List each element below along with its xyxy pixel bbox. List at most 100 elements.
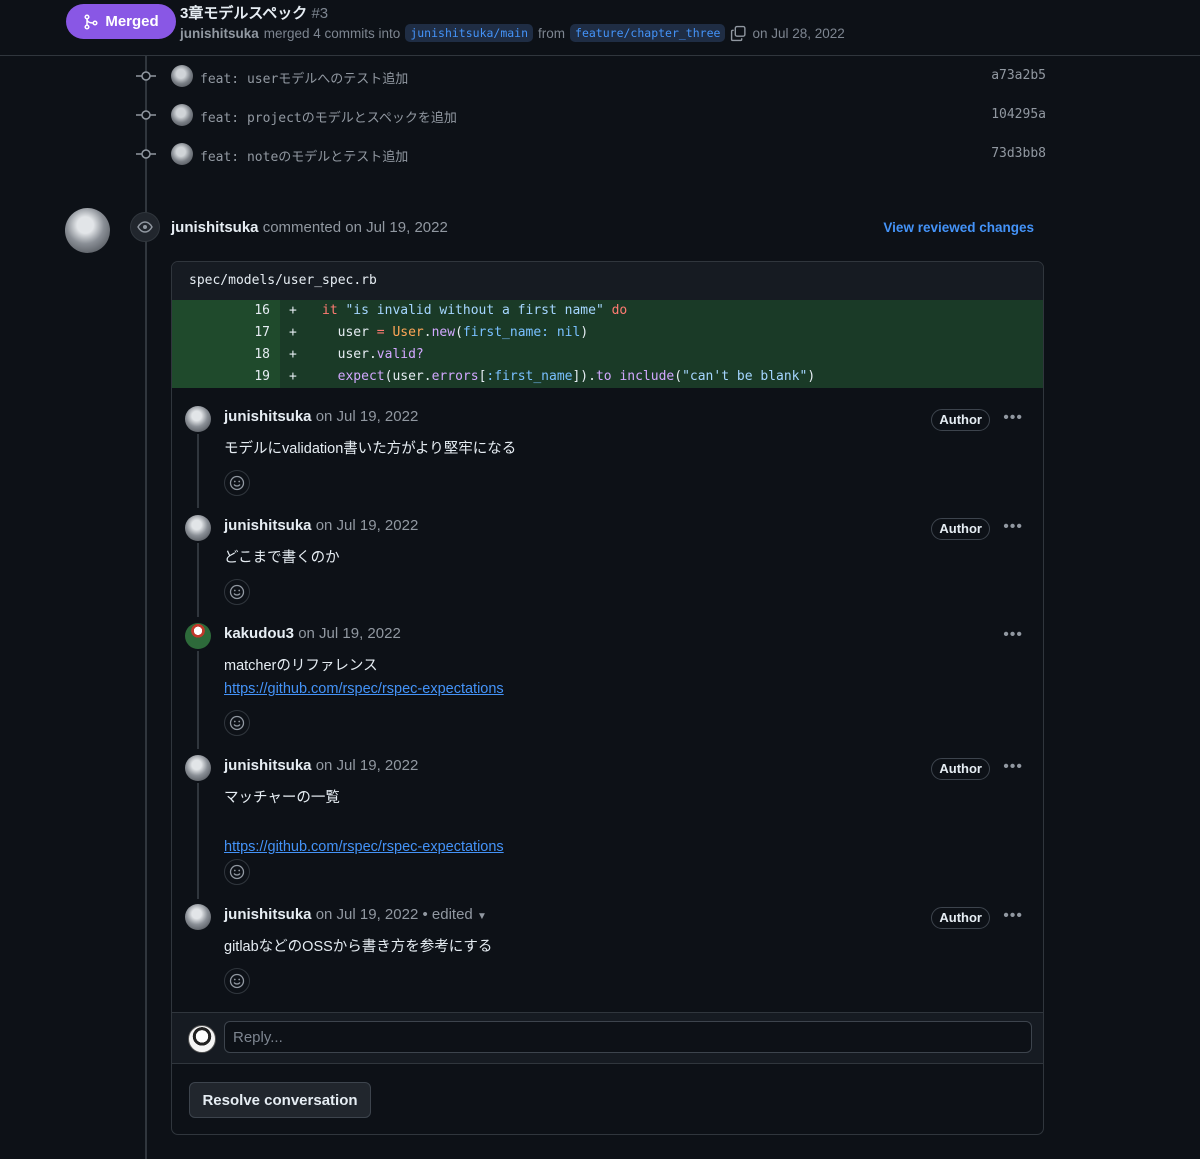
commit-row: feat: projectのモデルとスペックを追加 104295a [136,104,1046,126]
diff-sign: + [289,325,297,340]
comment-text: マッチャーの一覧 [224,790,340,806]
pr-title-text: 3章モデルスペック [180,5,308,22]
author-badge: Author [931,758,990,780]
current-user-avatar [188,1025,216,1053]
comment-date[interactable]: on Jul 19, 2022 [298,625,401,642]
diff-line: 17 + user = User.new(first_name: nil) [172,322,1043,344]
commit-author-avatar[interactable] [171,143,193,165]
thread-line [197,434,199,508]
thread-line [197,783,199,899]
add-reaction-smiley-icon[interactable] [224,579,250,605]
comment-author[interactable]: junishitsuka [224,757,312,774]
commit-row: feat: userモデルへのテスト追加 a73a2b5 [136,65,1046,87]
pr-meta: junishitsuka merged 4 commits into junis… [180,24,845,42]
add-reaction-smiley-icon[interactable] [224,859,250,885]
file-path[interactable]: spec/models/user_spec.rb [189,273,377,288]
commit-sha[interactable]: 104295a [991,107,1046,122]
comment-body: マッチャーの一覧 https://github.com/rspec/rspec-… [224,787,504,859]
diff-code: user.valid? [322,347,424,362]
thread-line [197,543,199,617]
commenter-avatar[interactable] [185,904,211,930]
kebab-menu-icon[interactable]: ••• [1003,907,1023,925]
line-number: 17 [254,325,270,340]
author-badge: Author [931,409,990,431]
add-reaction-smiley-icon[interactable] [224,968,250,994]
author-badge: Author [931,907,990,929]
comment-author[interactable]: kakudou3 [224,625,294,642]
add-reaction-smiley-icon[interactable] [224,710,250,736]
commit-sha[interactable]: 73d3bb8 [991,146,1046,161]
comment-text: gitlabなどのOSSから書き方を参考にする [224,939,493,955]
resolve-conversation-button[interactable]: Resolve conversation [189,1082,371,1118]
eye-icon [130,212,160,242]
pr-title: 3章モデルスペック #3 [180,2,328,23]
pr-sticky-header: Merged 3章モデルスペック #3 junishitsuka merged … [0,0,1200,56]
head-branch[interactable]: feature/chapter_three [570,24,726,42]
review-conversation: spec/models/user_spec.rb 16 + it "is inv… [171,261,1044,1135]
commit-message[interactable]: feat: projectのモデルとスペックを追加 [200,107,457,126]
file-header: spec/models/user_spec.rb [172,262,1043,301]
comment-link[interactable]: https://github.com/rspec/rspec-expectati… [224,681,504,697]
add-reaction-smiley-icon[interactable] [224,470,250,496]
comment-text: matcherのリファレンス [224,658,378,674]
from-text: from [538,25,566,41]
diff-sign: + [289,369,297,384]
comment-body: モデルにvalidation書いた方がより堅牢になる [224,438,516,461]
merged-text: merged 4 commits into [263,25,401,41]
diff-line: 19 + expect(user.errors[:first_name]).to… [172,366,1043,388]
commenter-avatar[interactable] [185,755,211,781]
view-reviewed-changes-link[interactable]: View reviewed changes [883,220,1034,235]
edited-dropdown[interactable]: • edited ▼ [422,906,486,923]
copy-icon[interactable] [730,25,747,42]
comment-author[interactable]: junishitsuka [224,906,312,923]
review-author[interactable]: junishitsuka [171,219,259,236]
kebab-menu-icon[interactable]: ••• [1003,409,1023,427]
reply-input[interactable] [224,1021,1032,1053]
thread-line [197,651,199,749]
commit-sha[interactable]: a73a2b5 [991,68,1046,83]
pr-author-link[interactable]: junishitsuka [180,26,259,41]
line-number: 16 [254,303,270,318]
commenter-avatar[interactable] [185,406,211,432]
comment-link[interactable]: https://github.com/rspec/rspec-expectati… [224,839,504,855]
author-badge: Author [931,518,990,540]
diff-code: it "is invalid without a first name" do [322,303,628,318]
comment-body: gitlabなどのOSSから書き方を参考にする [224,936,492,959]
comment-author[interactable]: junishitsuka [224,517,312,534]
git-merge-icon [84,13,98,30]
diff-sign: + [289,347,297,362]
kebab-menu-icon[interactable]: ••• [1003,758,1023,776]
commit-author-avatar[interactable] [171,104,193,126]
merge-date: on Jul 28, 2022 [752,25,845,41]
base-branch[interactable]: junishitsuka/main [405,24,534,42]
kebab-menu-icon[interactable]: ••• [1003,518,1023,536]
diff-line: 18 + user.valid? [172,344,1043,366]
reviewer-avatar[interactable] [65,208,110,253]
diff-sign: + [289,303,297,318]
kebab-menu-icon[interactable]: ••• [1003,626,1023,644]
comment-date[interactable]: on Jul 19, 2022 [316,757,419,774]
git-commit-icon [136,149,156,159]
commit-message[interactable]: feat: noteのモデルとテスト追加 [200,146,408,165]
comment-body: どこまで書くのか [224,547,340,570]
commit-message[interactable]: feat: userモデルへのテスト追加 [200,68,408,87]
git-commit-icon [136,110,156,120]
comment-date[interactable]: on Jul 19, 2022 [316,517,419,534]
comment-text: モデルにvalidation書いた方がより堅牢になる [224,441,517,457]
commenter-avatar[interactable] [185,515,211,541]
merged-label: Merged [105,13,159,30]
git-commit-icon [136,71,156,81]
diff-code: user = User.new(first_name: nil) [322,325,589,340]
diff-code: expect(user.errors[:first_name]).to incl… [337,369,816,384]
merged-status-badge: Merged [66,4,176,39]
comment-text: どこまで書くのか [224,550,340,566]
commit-author-avatar[interactable] [171,65,193,87]
review-summary: junishitsuka commented on Jul 19, 2022 [171,219,448,236]
commit-row: feat: noteのモデルとテスト追加 73d3bb8 [136,143,1046,165]
commenter-avatar[interactable] [185,623,211,649]
review-action: commented on Jul 19, 2022 [262,219,448,236]
comment-author[interactable]: junishitsuka [224,408,312,425]
comment-date[interactable]: on Jul 19, 2022 [316,906,419,923]
line-number: 19 [254,369,270,384]
comment-date[interactable]: on Jul 19, 2022 [316,408,419,425]
